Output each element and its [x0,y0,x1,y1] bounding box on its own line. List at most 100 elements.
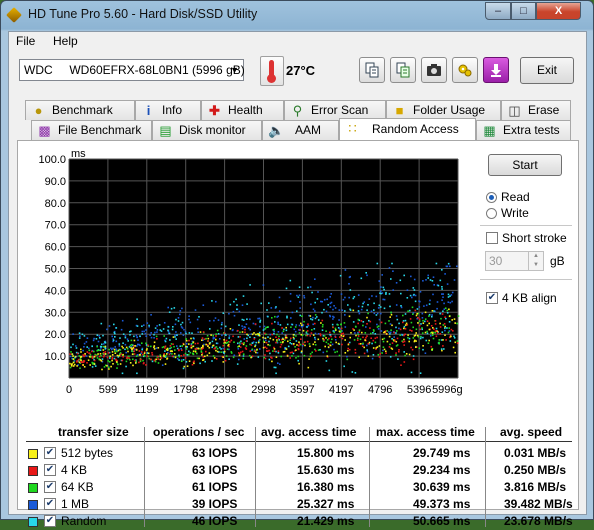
data-point [379,290,382,292]
menu-file[interactable]: File [16,34,35,48]
tab-disk-monitor[interactable]: ▤ Disk monitor [152,120,262,140]
data-point [426,320,429,322]
data-point [307,286,309,289]
data-point [273,366,276,369]
series-checkbox[interactable]: ✔ [44,447,56,459]
data-point [197,327,199,330]
data-point [444,329,446,332]
data-point [115,358,117,361]
data-point [91,357,94,359]
tab-folder-usage[interactable]: ■ Folder Usage [386,100,501,120]
tab-info[interactable]: i Info [135,100,201,120]
data-point [179,310,182,312]
data-point [227,343,230,346]
tab-health-label: Health [228,103,263,117]
data-point [376,262,379,265]
data-point [235,298,237,301]
minimize-button[interactable]: – [485,2,511,20]
data-point [451,300,453,303]
spinner-up-icon[interactable]: ▲ [528,252,543,261]
data-point [389,333,391,335]
data-point [196,357,199,360]
tab-random-access[interactable]: ∷ Random Access [339,118,476,140]
options-button[interactable] [452,57,478,83]
data-point [229,328,232,330]
data-point [415,328,418,331]
data-point [238,310,241,313]
data-point [159,355,162,358]
series-checkbox[interactable]: ✔ [44,515,56,527]
start-button[interactable]: Start [488,154,562,176]
data-point [378,318,381,321]
data-point [199,331,202,333]
data-point [362,302,364,305]
data-point [236,308,238,311]
data-point [391,342,394,344]
data-point [143,324,145,326]
data-point [294,346,296,348]
series-checkbox[interactable]: ✔ [44,481,56,493]
short-stroke-spinner[interactable]: 30 ▲ ▼ [485,251,544,271]
data-point [385,291,387,294]
series-checkbox[interactable]: ✔ [44,498,56,510]
data-point [238,345,240,347]
maximize-button[interactable]: □ [511,2,536,20]
data-point [453,335,455,338]
tab-extra-tests[interactable]: ▦ Extra tests [476,120,571,140]
spinner-down-icon[interactable]: ▼ [528,261,543,270]
data-point [93,355,96,358]
data-point [133,350,135,353]
data-point [266,309,268,311]
data-point [205,350,207,353]
tab-health[interactable]: ✚ Health [201,100,284,120]
title-bar[interactable]: HD Tune Pro 5.60 - Hard Disk/SSD Utility… [1,1,593,29]
data-point [321,325,324,328]
read-radio[interactable]: Read [486,190,576,206]
data-point [107,360,109,362]
copy-button[interactable] [359,57,385,83]
screenshot-button[interactable] [421,57,447,83]
data-point [78,355,81,357]
data-point [357,318,360,321]
data-point [249,328,251,331]
data-point [427,342,430,344]
data-point [136,318,138,320]
file-benchmark-icon: ▩ [38,123,51,138]
data-point [230,339,233,342]
data-point [211,300,213,302]
data-point [360,343,362,345]
data-point [340,327,343,330]
data-point [197,342,199,345]
download-button[interactable] [483,57,509,83]
tab-error-scan[interactable]: ⚲ Error Scan [284,100,386,120]
menu-help[interactable]: Help [53,34,78,48]
drive-select[interactable]: WDC WD60EFRX-68L0BN1 (5996 gB) ▼ [19,59,245,81]
align-checkbox[interactable]: ✔ [486,292,498,304]
data-point [130,339,133,342]
data-point [150,314,152,316]
cell-operations: 39 IOPS [192,497,238,511]
exit-button[interactable]: Exit [520,57,574,84]
data-point [222,356,224,358]
short-stroke-checkbox[interactable] [486,232,498,244]
data-point [291,355,293,357]
data-point [448,321,451,323]
data-point [362,342,364,345]
tab-aam[interactable]: 🔈 AAM [262,120,339,140]
data-point [262,284,265,286]
data-point [445,339,447,341]
copy-info-button[interactable] [390,57,416,83]
tab-erase[interactable]: ◫ Erase [501,100,571,120]
data-point [224,359,227,362]
data-point [439,322,441,325]
write-radio[interactable]: Write [486,206,576,222]
tab-file-benchmark[interactable]: ▩ File Benchmark [31,120,152,140]
cell-max-access: 49.373 ms [413,497,471,511]
data-point [279,341,282,344]
data-point [422,280,424,282]
close-button[interactable]: X [536,2,581,20]
data-point [431,314,433,316]
data-point [176,357,179,360]
series-checkbox[interactable]: ✔ [44,464,56,476]
tab-benchmark[interactable]: ● Benchmark [25,100,135,120]
